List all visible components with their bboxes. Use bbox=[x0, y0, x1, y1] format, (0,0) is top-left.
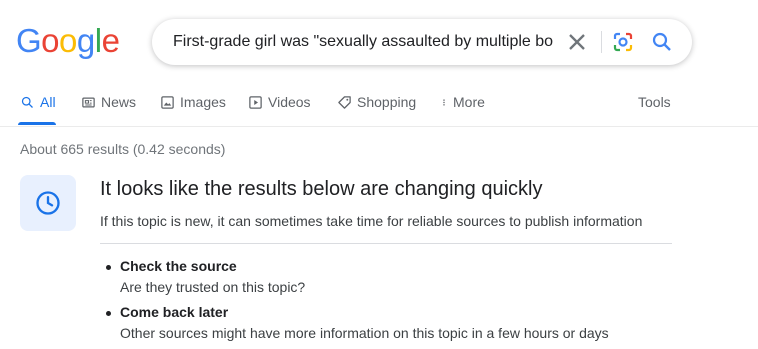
tab-more[interactable]: More bbox=[440, 94, 485, 110]
tab-images[interactable]: Images bbox=[160, 94, 226, 110]
active-tab-indicator bbox=[18, 122, 56, 125]
tip-text: Are they trusted on this topic? bbox=[120, 279, 306, 295]
logo-letter: g bbox=[76, 22, 95, 59]
tip-title: Come back later bbox=[120, 304, 229, 320]
search-tabs: All News Images Videos Shopping More Too… bbox=[0, 86, 758, 127]
clock-icon bbox=[36, 191, 60, 215]
search-icon[interactable] bbox=[650, 30, 674, 54]
tab-label: Videos bbox=[268, 94, 311, 110]
search-divider bbox=[601, 31, 602, 53]
logo-letter: l bbox=[94, 22, 102, 59]
notice-subtitle: If this topic is new, it can sometimes t… bbox=[100, 213, 643, 229]
tab-label: More bbox=[453, 94, 485, 110]
logo-letter: o bbox=[59, 22, 77, 59]
tab-label: Shopping bbox=[357, 94, 417, 110]
tab-videos[interactable]: Videos bbox=[248, 94, 311, 110]
tag-icon bbox=[338, 95, 351, 109]
tab-all[interactable]: All bbox=[20, 94, 56, 110]
tab-label: All bbox=[40, 94, 56, 110]
tab-shopping[interactable]: Shopping bbox=[337, 94, 416, 110]
tab-label: Images bbox=[180, 94, 226, 110]
google-logo[interactable]: Google bbox=[16, 22, 120, 59]
tip-title: Check the source bbox=[120, 258, 237, 274]
close-icon[interactable] bbox=[563, 28, 591, 56]
tab-label: Tools bbox=[638, 94, 671, 110]
bullet bbox=[106, 265, 111, 270]
notice-icon-box bbox=[20, 175, 76, 231]
tab-label: News bbox=[101, 94, 137, 110]
search-icon bbox=[21, 96, 33, 108]
tools-button[interactable]: Tools bbox=[638, 94, 671, 110]
notice-heading: It looks like the results below are chan… bbox=[100, 178, 543, 200]
tab-news[interactable]: News bbox=[81, 94, 136, 110]
search-box[interactable]: First-grade girl was "sexually assaulted… bbox=[152, 19, 692, 65]
logo-letter: o bbox=[41, 22, 60, 59]
bullet bbox=[106, 311, 111, 316]
tip-text: Other sources might have more informatio… bbox=[120, 325, 609, 341]
google-lens-icon[interactable] bbox=[611, 30, 635, 54]
newspaper-icon bbox=[82, 97, 95, 107]
logo-letter: e bbox=[101, 22, 120, 59]
search-input[interactable]: First-grade girl was "sexually assaulted… bbox=[173, 33, 553, 51]
result-stats: About 665 results (0.42 seconds) bbox=[20, 141, 226, 157]
image-icon bbox=[161, 95, 174, 109]
logo-letter: G bbox=[16, 22, 42, 59]
divider bbox=[100, 243, 672, 244]
more-vertical-icon bbox=[443, 98, 445, 106]
play-icon bbox=[249, 95, 262, 109]
